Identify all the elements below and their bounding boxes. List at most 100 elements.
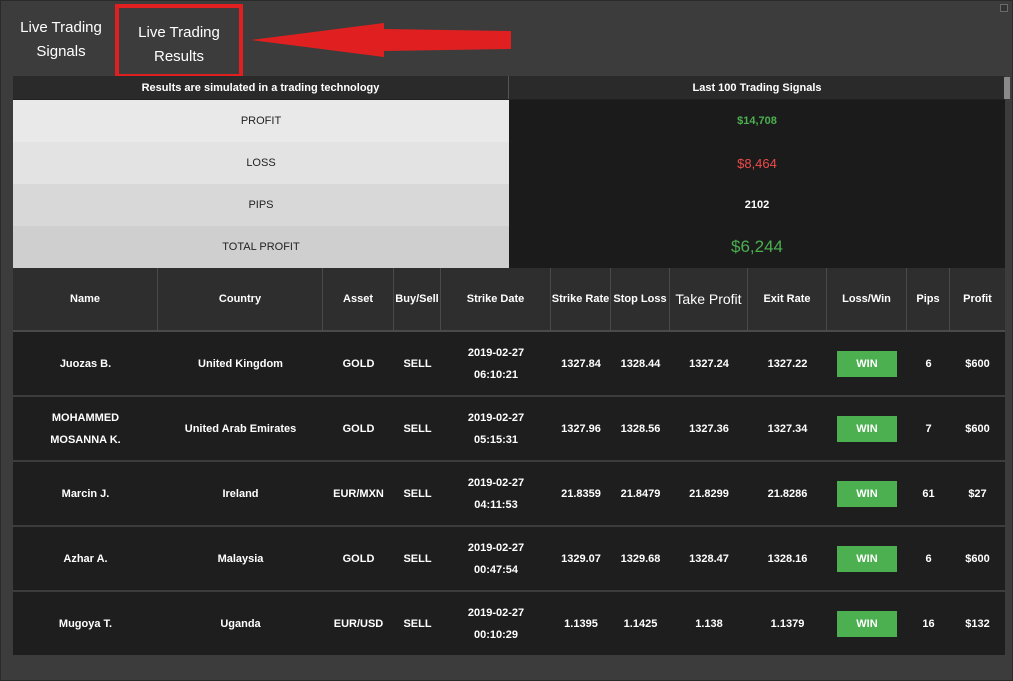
cell-stop-loss: 1329.68	[620, 552, 661, 565]
col-header-date: Strike Date	[441, 268, 551, 330]
app-frame: Live Trading Signals Live Trading Result…	[0, 0, 1013, 681]
win-badge: WIN	[837, 350, 897, 377]
cell-name: MOHAMMED MOSANNA K.	[50, 411, 121, 446]
signals-table: Name Country Asset Buy/Sell Strike Date …	[13, 268, 1005, 681]
summary-label: TOTAL PROFIT	[13, 226, 509, 268]
summary-value: $8,464	[509, 142, 1005, 184]
strike-time: 06:10:21	[473, 368, 519, 381]
col-header-loss-win: Loss/Win	[827, 268, 907, 330]
strike-time: 00:10:29	[473, 628, 519, 641]
win-badge: WIN	[837, 545, 897, 572]
cell-exit-rate: 1327.22	[767, 357, 808, 370]
cell-take-profit: 1327.36	[689, 422, 729, 435]
cell-stop-loss: 1328.56	[620, 422, 661, 435]
col-header-country: Country	[158, 268, 323, 330]
strike-time: 00:47:54	[473, 563, 519, 576]
win-badge: WIN	[837, 480, 897, 507]
col-header-pips: Pips	[907, 268, 950, 330]
cell-pips: 61	[922, 487, 935, 500]
cell-buysell: SELL	[403, 552, 432, 565]
col-header-asset: Asset	[323, 268, 394, 330]
cell-loss-win: WIN	[827, 527, 907, 590]
cell-exit-rate: 21.8286	[767, 487, 808, 500]
col-header-name: Name	[13, 268, 158, 330]
strike-date: 2019-02-27	[467, 606, 525, 619]
cell-profit: $600	[965, 357, 990, 370]
cell-strike-rate: 1.1395	[564, 617, 598, 630]
cell-date: 2019-02-27 00:47:54	[441, 527, 551, 590]
col-header-buysell: Buy/Sell	[394, 268, 441, 330]
cell-buysell: SELL	[403, 617, 432, 630]
cell-stop-loss: 21.8479	[620, 487, 661, 500]
tab-results-line2: Results	[153, 48, 205, 65]
cell-loss-win: WIN	[827, 397, 907, 460]
summary-value: 2102	[509, 184, 1005, 226]
strike-date: 2019-02-27	[467, 411, 525, 424]
col-header-profit: Profit	[963, 293, 992, 305]
summary-label: LOSS	[13, 142, 509, 184]
table-row: Azhar A. Malaysia GOLD SELL 2019-02-27 00:47:…	[13, 527, 1005, 592]
table-row: Marcin J. Ireland EUR/MXN SELL 2019-02-27 04:…	[13, 462, 1005, 527]
win-badge: WIN	[837, 415, 897, 442]
summary-value: $14,708	[509, 100, 1005, 142]
summary-label: PROFIT	[13, 100, 509, 142]
summary-row-pips: PIPS 2102	[13, 184, 1005, 226]
cell-strike-rate: 1329.07	[561, 552, 601, 565]
col-header-take-profit: Take Profit	[670, 268, 748, 330]
cell-country: United Kingdom	[198, 357, 283, 370]
cell-pips: 16	[922, 617, 935, 630]
strike-time: 05:15:31	[473, 433, 519, 446]
strike-date: 2019-02-27	[467, 476, 525, 489]
cell-loss-win: WIN	[827, 462, 907, 525]
cell-stop-loss: 1328.44	[620, 357, 661, 370]
summary-header: Results are simulated in a trading techn…	[13, 76, 1005, 100]
cell-loss-win: WIN	[827, 592, 907, 655]
cell-take-profit: 1.138	[695, 617, 723, 630]
scrollbar-thumb[interactable]	[1004, 77, 1010, 99]
cell-profit: $600	[965, 422, 990, 435]
cell-name: Azhar A.	[63, 552, 108, 565]
strike-time: 04:11:53	[474, 498, 518, 511]
strike-date: 2019-02-27	[467, 346, 525, 359]
cell-buysell: SELL	[403, 357, 432, 370]
cell-country: Ireland	[222, 487, 259, 500]
table-row: MOHAMMED MOSANNA K. United Arab Emirates G…	[13, 397, 1005, 462]
col-header-exit-rate: Exit Rate	[748, 268, 827, 330]
summary-row-profit: PROFIT $14,708	[13, 100, 1005, 142]
summary-value: $6,244	[509, 226, 1005, 268]
cell-country: United Arab Emirates	[184, 422, 297, 435]
cell-asset: EUR/MXN	[333, 487, 384, 500]
cell-profit: $600	[965, 552, 990, 565]
cell-asset: GOLD	[342, 422, 375, 435]
table-row: Juozas B. United Kingdom GOLD SELL 2019-02-2…	[13, 332, 1005, 397]
tab-live-trading-signals[interactable]: Live Trading Signals	[15, 16, 107, 64]
win-badge: WIN	[837, 610, 897, 637]
cell-exit-rate: 1327.34	[767, 422, 808, 435]
red-arrow-icon	[251, 23, 511, 57]
summary-right-header: Last 100 Trading Signals	[692, 81, 822, 94]
table-row: Mugoya T. Uganda EUR/USD SELL 2019-02-27 00:1…	[13, 592, 1005, 657]
cell-strike-rate: 21.8359	[561, 487, 601, 500]
cell-date: 2019-02-27 06:10:21	[441, 332, 551, 395]
cell-take-profit: 1328.47	[689, 552, 729, 565]
cell-date: 2019-02-27 05:15:31	[441, 397, 551, 460]
tab-live-trading-results[interactable]: Live Trading Results	[115, 4, 243, 78]
tab-results-line1: Live Trading	[138, 24, 220, 41]
cell-profit: $27	[968, 487, 987, 500]
cell-buysell: SELL	[403, 487, 432, 500]
cell-asset: GOLD	[342, 552, 375, 565]
cell-stop-loss: 1.1425	[623, 617, 658, 630]
cell-pips: 6	[925, 552, 932, 565]
cell-buysell: SELL	[403, 422, 432, 435]
col-header-stop-loss: Stop Loss	[611, 268, 670, 330]
tab-signals-line1: Live Trading	[20, 19, 102, 36]
cell-strike-rate: 1327.84	[561, 357, 601, 370]
cell-country: Malaysia	[217, 552, 264, 565]
table-header: Name Country Asset Buy/Sell Strike Date …	[13, 268, 1005, 332]
cell-date: 2019-02-27 00:10:29	[441, 592, 551, 655]
table-body: Juozas B. United Kingdom GOLD SELL 2019-02-2…	[13, 332, 1005, 657]
cell-name: Mugoya T.	[58, 617, 113, 630]
cell-profit: $132	[965, 617, 990, 630]
cell-date: 2019-02-27 04:11:53	[441, 462, 551, 525]
cell-asset: GOLD	[342, 357, 375, 370]
